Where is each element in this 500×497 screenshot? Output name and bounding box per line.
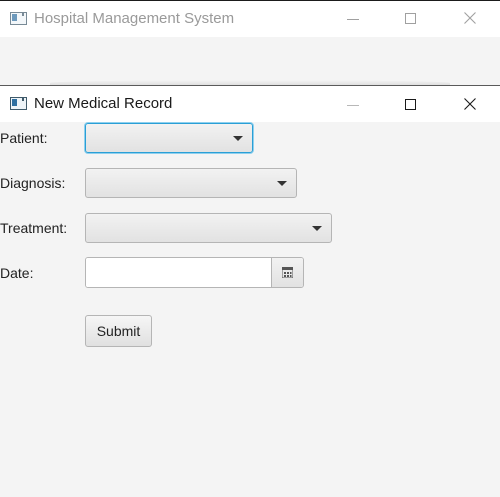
diagnosis-combobox[interactable] [85, 168, 297, 198]
app-window-icon [10, 12, 27, 25]
chevron-down-icon [312, 226, 322, 231]
treatment-label: Treatment: [0, 220, 68, 236]
main-window: Hospital Management System [0, 0, 500, 86]
submit-button[interactable]: Submit [85, 315, 152, 347]
minimize-button[interactable] [330, 3, 376, 33]
dialog-maximize-button[interactable] [388, 89, 434, 119]
window-border [0, 0, 500, 1]
close-icon [464, 12, 476, 24]
chevron-down-icon [233, 136, 243, 141]
date-label: Date: [0, 265, 34, 281]
desktop: Hospital Management System New Medical R… [0, 0, 500, 497]
main-window-title: Hospital Management System [34, 10, 235, 27]
treatment-combobox[interactable] [85, 213, 332, 243]
maximize-button[interactable] [388, 3, 434, 33]
close-button[interactable] [447, 3, 493, 33]
chevron-down-icon [277, 181, 287, 186]
minimize-icon [347, 105, 359, 106]
calendar-button[interactable] [271, 258, 303, 287]
date-input[interactable] [86, 258, 272, 287]
dialog-minimize-button[interactable] [330, 89, 376, 119]
app-window-icon [10, 97, 27, 110]
maximize-icon [405, 13, 416, 24]
minimize-icon [347, 19, 359, 20]
dialog-titlebar[interactable]: New Medical Record [0, 85, 500, 122]
diagnosis-label: Diagnosis: [0, 175, 66, 191]
dialog-close-button[interactable] [447, 89, 493, 119]
new-medical-record-dialog: New Medical Record Patient: Diagnosis: T… [0, 85, 500, 497]
close-icon [464, 98, 476, 110]
patient-label: Patient: [0, 130, 48, 146]
patient-combobox[interactable] [85, 123, 253, 153]
dialog-title: New Medical Record [34, 95, 173, 112]
main-window-titlebar[interactable]: Hospital Management System [0, 0, 500, 37]
date-picker [85, 257, 304, 288]
maximize-icon [405, 99, 416, 110]
calendar-icon [282, 267, 293, 278]
